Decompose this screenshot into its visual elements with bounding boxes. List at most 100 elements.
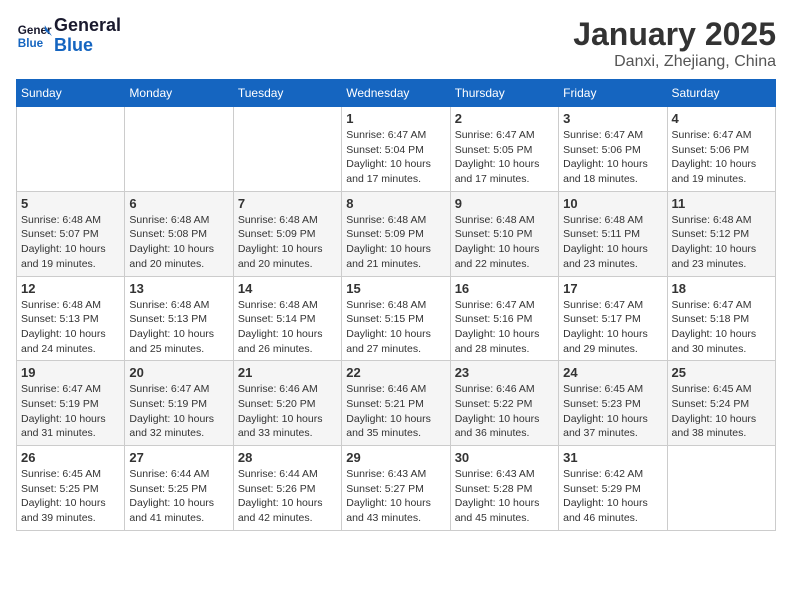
day-info: Sunrise: 6:47 AM Sunset: 5:06 PM Dayligh… xyxy=(563,128,662,187)
day-number: 30 xyxy=(455,450,554,465)
calendar-week-row: 12 Sunrise: 6:48 AM Sunset: 5:13 PM Dayli… xyxy=(17,276,776,361)
day-number: 13 xyxy=(129,281,228,296)
day-info: Sunrise: 6:48 AM Sunset: 5:10 PM Dayligh… xyxy=(455,213,554,272)
day-info: Sunrise: 6:48 AM Sunset: 5:09 PM Dayligh… xyxy=(238,213,337,272)
calendar-cell: 10Sunrise: 6:48 AM Sunset: 5:11 PM Dayli… xyxy=(559,191,667,276)
day-number: 12 xyxy=(21,281,120,296)
day-info: Sunrise: 6:47 AM Sunset: 5:19 PM Dayligh… xyxy=(21,382,120,441)
day-of-week-header: Tuesday xyxy=(233,80,341,107)
day-number: 3 xyxy=(563,111,662,126)
calendar-cell: 9 Sunrise: 6:48 AM Sunset: 5:10 PM Daylig… xyxy=(450,191,558,276)
calendar-cell: 3 Sunrise: 6:47 AM Sunset: 5:06 PM Daylig… xyxy=(559,107,667,192)
day-of-week-header: Saturday xyxy=(667,80,775,107)
calendar-week-row: 19 Sunrise: 6:47 AM Sunset: 5:19 PM Dayli… xyxy=(17,361,776,446)
logo-icon: General Blue xyxy=(16,18,52,54)
day-info: Sunrise: 6:47 AM Sunset: 5:16 PM Dayligh… xyxy=(455,298,554,357)
calendar-cell xyxy=(667,446,775,531)
day-info: Sunrise: 6:46 AM Sunset: 5:22 PM Dayligh… xyxy=(455,382,554,441)
calendar-cell: 19 Sunrise: 6:47 AM Sunset: 5:19 PM Dayli… xyxy=(17,361,125,446)
day-info: Sunrise: 6:48 AM Sunset: 5:11 PM Dayligh… xyxy=(563,213,662,272)
day-of-week-header: Thursday xyxy=(450,80,558,107)
calendar-cell: 7 Sunrise: 6:48 AM Sunset: 5:09 PM Daylig… xyxy=(233,191,341,276)
day-number: 22 xyxy=(346,365,445,380)
calendar-cell: 14 Sunrise: 6:48 AM Sunset: 5:14 PM Dayli… xyxy=(233,276,341,361)
day-number: 17 xyxy=(563,281,662,296)
day-info: Sunrise: 6:48 AM Sunset: 5:13 PM Dayligh… xyxy=(21,298,120,357)
day-number: 6 xyxy=(129,196,228,211)
calendar-cell xyxy=(125,107,233,192)
day-info: Sunrise: 6:43 AM Sunset: 5:27 PM Dayligh… xyxy=(346,467,445,526)
day-info: Sunrise: 6:42 AM Sunset: 5:29 PM Dayligh… xyxy=(563,467,662,526)
calendar-header-row: SundayMondayTuesdayWednesdayThursdayFrid… xyxy=(17,80,776,107)
calendar-cell: 24 Sunrise: 6:45 AM Sunset: 5:23 PM Dayli… xyxy=(559,361,667,446)
day-number: 25 xyxy=(672,365,771,380)
location: Danxi, Zhejiang, China xyxy=(573,53,776,71)
day-info: Sunrise: 6:46 AM Sunset: 5:20 PM Dayligh… xyxy=(238,382,337,441)
day-info: Sunrise: 6:47 AM Sunset: 5:18 PM Dayligh… xyxy=(672,298,771,357)
calendar-cell: 11 Sunrise: 6:48 AM Sunset: 5:12 PM Dayli… xyxy=(667,191,775,276)
calendar-cell xyxy=(233,107,341,192)
day-info: Sunrise: 6:48 AM Sunset: 5:12 PM Dayligh… xyxy=(672,213,771,272)
day-info: Sunrise: 6:48 AM Sunset: 5:09 PM Dayligh… xyxy=(346,213,445,272)
day-number: 20 xyxy=(129,365,228,380)
title-block: January 2025 Danxi, Zhejiang, China xyxy=(573,16,776,71)
day-info: Sunrise: 6:46 AM Sunset: 5:21 PM Dayligh… xyxy=(346,382,445,441)
calendar-cell: 30 Sunrise: 6:43 AM Sunset: 5:28 PM Dayli… xyxy=(450,446,558,531)
calendar-cell: 5Sunrise: 6:48 AM Sunset: 5:07 PM Daylig… xyxy=(17,191,125,276)
day-of-week-header: Monday xyxy=(125,80,233,107)
day-info: Sunrise: 6:43 AM Sunset: 5:28 PM Dayligh… xyxy=(455,467,554,526)
calendar-cell: 6 Sunrise: 6:48 AM Sunset: 5:08 PM Daylig… xyxy=(125,191,233,276)
day-number: 7 xyxy=(238,196,337,211)
calendar-cell: 25 Sunrise: 6:45 AM Sunset: 5:24 PM Dayli… xyxy=(667,361,775,446)
day-info: Sunrise: 6:47 AM Sunset: 5:06 PM Dayligh… xyxy=(672,128,771,187)
day-of-week-header: Friday xyxy=(559,80,667,107)
day-number: 14 xyxy=(238,281,337,296)
svg-text:Blue: Blue xyxy=(18,37,44,50)
day-info: Sunrise: 6:44 AM Sunset: 5:25 PM Dayligh… xyxy=(129,467,228,526)
day-number: 31 xyxy=(563,450,662,465)
day-number: 19 xyxy=(21,365,120,380)
logo-text: General Blue xyxy=(54,16,121,56)
calendar-body: 1Sunrise: 6:47 AM Sunset: 5:04 PM Daylig… xyxy=(17,107,776,531)
calendar-cell: 2Sunrise: 6:47 AM Sunset: 5:05 PM Daylig… xyxy=(450,107,558,192)
day-number: 9 xyxy=(455,196,554,211)
day-number: 11 xyxy=(672,196,771,211)
day-info: Sunrise: 6:47 AM Sunset: 5:04 PM Dayligh… xyxy=(346,128,445,187)
calendar-cell: 8 Sunrise: 6:48 AM Sunset: 5:09 PM Daylig… xyxy=(342,191,450,276)
calendar-cell: 16Sunrise: 6:47 AM Sunset: 5:16 PM Dayli… xyxy=(450,276,558,361)
calendar-cell: 21Sunrise: 6:46 AM Sunset: 5:20 PM Dayli… xyxy=(233,361,341,446)
day-info: Sunrise: 6:45 AM Sunset: 5:23 PM Dayligh… xyxy=(563,382,662,441)
day-number: 18 xyxy=(672,281,771,296)
calendar-cell: 27 Sunrise: 6:44 AM Sunset: 5:25 PM Dayli… xyxy=(125,446,233,531)
day-info: Sunrise: 6:47 AM Sunset: 5:05 PM Dayligh… xyxy=(455,128,554,187)
day-info: Sunrise: 6:44 AM Sunset: 5:26 PM Dayligh… xyxy=(238,467,337,526)
calendar-cell: 18 Sunrise: 6:47 AM Sunset: 5:18 PM Dayli… xyxy=(667,276,775,361)
day-info: Sunrise: 6:48 AM Sunset: 5:08 PM Dayligh… xyxy=(129,213,228,272)
day-info: Sunrise: 6:48 AM Sunset: 5:14 PM Dayligh… xyxy=(238,298,337,357)
day-number: 4 xyxy=(672,111,771,126)
day-of-week-header: Sunday xyxy=(17,80,125,107)
day-info: Sunrise: 6:45 AM Sunset: 5:25 PM Dayligh… xyxy=(21,467,120,526)
page-header: General Blue General Blue January 2025 D… xyxy=(16,16,776,71)
calendar-cell: 20 Sunrise: 6:47 AM Sunset: 5:19 PM Dayli… xyxy=(125,361,233,446)
day-number: 8 xyxy=(346,196,445,211)
day-info: Sunrise: 6:48 AM Sunset: 5:13 PM Dayligh… xyxy=(129,298,228,357)
day-number: 26 xyxy=(21,450,120,465)
calendar-cell: 15Sunrise: 6:48 AM Sunset: 5:15 PM Dayli… xyxy=(342,276,450,361)
day-info: Sunrise: 6:45 AM Sunset: 5:24 PM Dayligh… xyxy=(672,382,771,441)
day-info: Sunrise: 6:47 AM Sunset: 5:17 PM Dayligh… xyxy=(563,298,662,357)
logo: General Blue General Blue xyxy=(16,16,121,56)
day-number: 28 xyxy=(238,450,337,465)
day-number: 27 xyxy=(129,450,228,465)
calendar-cell: 26 Sunrise: 6:45 AM Sunset: 5:25 PM Dayli… xyxy=(17,446,125,531)
calendar-cell: 4 Sunrise: 6:47 AM Sunset: 5:06 PM Daylig… xyxy=(667,107,775,192)
calendar-cell xyxy=(17,107,125,192)
day-number: 24 xyxy=(563,365,662,380)
calendar-cell: 13 Sunrise: 6:48 AM Sunset: 5:13 PM Dayli… xyxy=(125,276,233,361)
calendar-cell: 28 Sunrise: 6:44 AM Sunset: 5:26 PM Dayli… xyxy=(233,446,341,531)
day-number: 29 xyxy=(346,450,445,465)
day-number: 5 xyxy=(21,196,120,211)
day-info: Sunrise: 6:47 AM Sunset: 5:19 PM Dayligh… xyxy=(129,382,228,441)
calendar-week-row: 26 Sunrise: 6:45 AM Sunset: 5:25 PM Dayli… xyxy=(17,446,776,531)
calendar-cell: 29 Sunrise: 6:43 AM Sunset: 5:27 PM Dayli… xyxy=(342,446,450,531)
